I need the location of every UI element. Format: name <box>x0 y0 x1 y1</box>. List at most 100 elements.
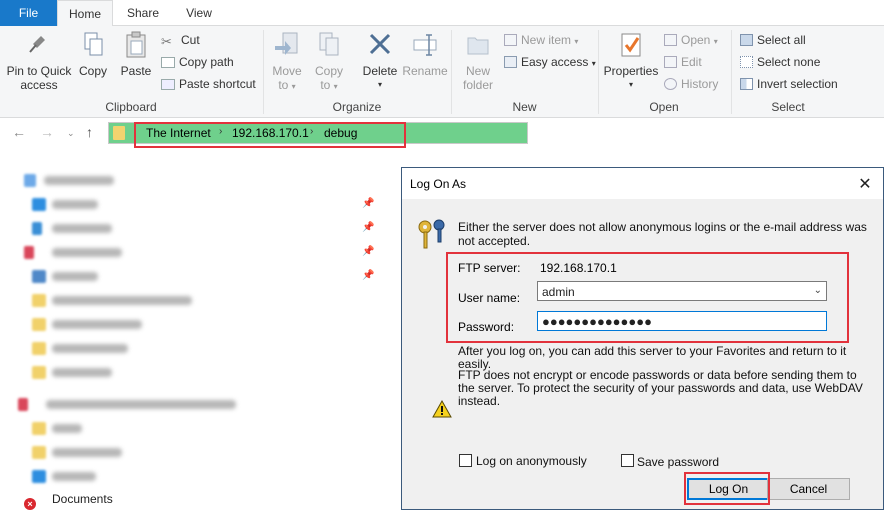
warning-note: FTP does not encrypt or encode passwords… <box>458 368 863 408</box>
move-to-label-line2: to ▾ <box>268 78 306 94</box>
paste-shortcut-label: Paste shortcut <box>179 77 256 91</box>
properties-button[interactable]: Properties ▾ <box>602 30 660 92</box>
select-group-label: Select <box>771 100 805 114</box>
delete-button[interactable]: Delete ▾ <box>360 30 400 92</box>
move-to-button[interactable]: Move to ▾ <box>268 30 306 94</box>
chevron-down-icon: ▾ <box>591 59 596 68</box>
up-arrow-icon[interactable]: ↑ <box>86 124 93 140</box>
paste-shortcut-button[interactable]: Paste shortcut <box>161 74 256 94</box>
copy-label: Copy <box>78 64 107 78</box>
invert-selection-label: Invert selection <box>757 77 838 91</box>
select-all-icon <box>740 34 753 46</box>
forward-arrow-icon[interactable]: → <box>40 124 54 140</box>
select-none-button[interactable]: Select none <box>740 52 820 72</box>
new-folder-label-line2: folder <box>462 78 494 92</box>
open-button[interactable]: Open ▾ <box>664 30 718 50</box>
star-icon <box>24 174 36 187</box>
history-button[interactable]: History <box>664 74 718 94</box>
back-arrow-icon[interactable]: ← <box>12 124 26 140</box>
pin-label-line1: Pin to Quick <box>6 64 72 78</box>
pin-to-quick-access-button[interactable]: Pin to Quick access <box>4 30 74 92</box>
copy-to-label-line1: Copy <box>314 64 343 78</box>
new-item-label: New item <box>521 33 572 47</box>
nav-item-label <box>52 344 128 353</box>
history-label: History <box>681 77 719 91</box>
history-icon <box>664 78 677 90</box>
chevron-down-icon: ▾ <box>713 37 718 46</box>
dialog-title-bar: Log On As ✕ <box>402 168 883 199</box>
invert-selection-button[interactable]: Invert selection <box>740 74 838 94</box>
paste-label: Paste <box>120 64 152 78</box>
rename-icon <box>413 34 437 56</box>
folder-icon <box>32 446 46 459</box>
rename-button[interactable]: Rename <box>402 30 448 78</box>
copy-button[interactable]: Copy <box>76 30 110 78</box>
pin-label-line2: access <box>20 78 58 92</box>
new-group-label: New <box>512 100 537 114</box>
folder-icon <box>113 126 125 140</box>
easy-access-button[interactable]: Easy access ▾ <box>504 52 596 72</box>
copy-icon <box>84 32 103 56</box>
close-icon[interactable]: ✕ <box>855 174 875 194</box>
new-folder-label-line1: New <box>465 64 490 78</box>
pin-icon[interactable]: 📌 <box>362 198 374 209</box>
edit-button[interactable]: Edit <box>664 52 702 72</box>
select-all-button[interactable]: Select all <box>740 30 806 50</box>
copy-to-label-line2: to ▾ <box>310 78 348 94</box>
nav-item-documents-label[interactable]: Documents <box>52 492 113 506</box>
invert-selection-icon <box>740 78 753 90</box>
pin-icon[interactable]: 📌 <box>362 270 374 281</box>
log-on-anonymously-label[interactable]: Log on anonymously <box>476 454 587 468</box>
new-folder-button[interactable]: New folder <box>456 30 500 92</box>
nav-item-label <box>52 200 98 209</box>
paste-button[interactable]: Paste <box>118 30 154 78</box>
desktop-icon <box>32 470 46 483</box>
ribbon-tabs: File Home Share View <box>0 0 884 27</box>
folder-icon <box>32 366 46 379</box>
cloud-icon <box>18 398 28 411</box>
select-all-label: Select all <box>757 33 806 47</box>
save-password-checkbox[interactable] <box>621 454 634 467</box>
tab-share[interactable]: Share <box>118 0 168 26</box>
copy-path-button[interactable]: Copy path <box>161 52 234 72</box>
tab-view[interactable]: View <box>176 0 222 26</box>
recent-locations-chevron-icon[interactable]: ⌄ <box>67 128 75 139</box>
download-icon <box>32 222 42 235</box>
chevron-down-icon: ▾ <box>333 82 338 91</box>
properties-label: Properties <box>603 64 659 78</box>
delete-label: Delete <box>362 64 398 78</box>
new-item-button[interactable]: New item ▾ <box>504 30 578 50</box>
chevron-down-icon: ▾ <box>291 82 296 91</box>
nav-item-label <box>52 248 122 257</box>
clipboard-group-label: Clipboard <box>105 100 157 114</box>
cancel-button[interactable]: Cancel <box>767 478 850 500</box>
nav-item-label <box>52 472 96 481</box>
properties-check-icon <box>621 33 641 57</box>
tab-file[interactable]: File <box>0 0 57 26</box>
pin-icon[interactable]: 📌 <box>362 222 374 233</box>
folder-icon <box>32 318 46 331</box>
dialog-message: Either the server does not allow anonymo… <box>458 220 867 248</box>
navigation-bar: ← → ⌄ ↑ The Internet › 192.168.170.1 › d… <box>0 118 884 150</box>
easy-access-label: Easy access <box>521 55 589 69</box>
log-on-anonymously-checkbox[interactable] <box>459 454 472 467</box>
select-none-label: Select none <box>757 55 821 69</box>
folder-icon <box>32 342 46 355</box>
pin-icon[interactable]: 📌 <box>362 246 374 257</box>
rename-label: Rename <box>402 64 448 78</box>
nav-item-label <box>52 296 192 305</box>
nav-item-label <box>52 368 112 377</box>
save-password-label[interactable]: Save password <box>637 455 719 469</box>
nav-item-label <box>44 176 114 185</box>
copy-to-icon <box>319 32 339 56</box>
folder-icon <box>32 294 46 307</box>
tab-home[interactable]: Home <box>57 0 113 27</box>
copy-to-button[interactable]: Copy to ▾ <box>310 30 348 94</box>
select-none-icon <box>740 56 753 68</box>
dialog-title: Log On As <box>410 177 467 191</box>
cut-button[interactable]: ✂ Cut <box>161 30 200 50</box>
document-icon <box>24 246 34 259</box>
edit-icon <box>664 56 677 68</box>
organize-group-label: Organize <box>332 100 382 114</box>
address-highlight-box <box>134 122 406 148</box>
